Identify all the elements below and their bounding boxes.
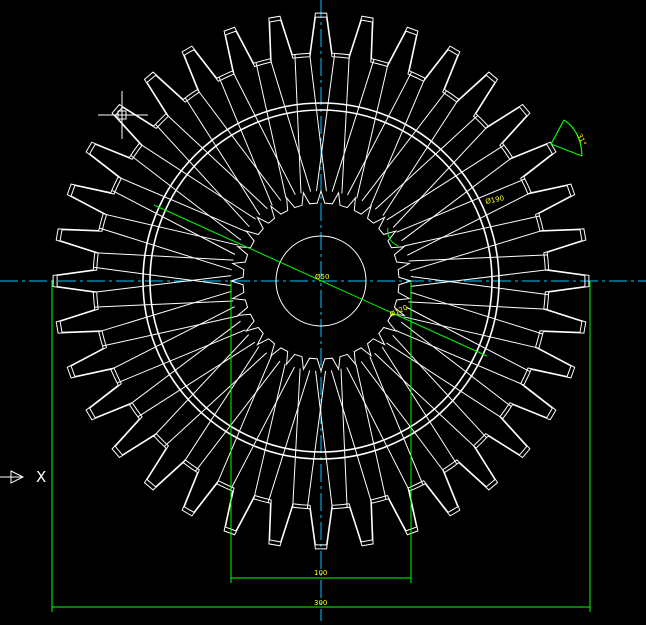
radial-blade-line [294, 54, 302, 194]
radial-blade-line [267, 370, 311, 503]
radial-blade-line [117, 176, 247, 232]
radial-blade-line [406, 307, 531, 373]
radial-blade-line [309, 53, 327, 192]
radial-blade-line [370, 77, 426, 207]
angle-dim-leg-1 [550, 119, 565, 145]
overall-width-text: 300 [314, 599, 327, 607]
radial-blade-line [347, 71, 413, 196]
radial-blade-line [410, 276, 549, 296]
tooth-angle-text: 31° [575, 132, 588, 147]
radial-blade-line [341, 54, 350, 194]
radial-blade-line [94, 300, 234, 308]
radial-blade-line [356, 62, 389, 199]
radial-blade-line [410, 291, 543, 335]
radial-blade-line [403, 316, 540, 349]
radial-blade-line [93, 266, 232, 286]
radial-blade-line [229, 366, 295, 491]
ucs-x-arrow-icon [0, 470, 25, 484]
ring-diameter-text: Ø190 [485, 194, 505, 206]
radial-blade-line [269, 58, 312, 192]
radial-blade-line [98, 290, 232, 333]
angle-dim-leg-2 [550, 143, 583, 157]
radial-blade-line [395, 330, 525, 386]
radial-blade-line [330, 370, 373, 504]
radial-blade-line [216, 355, 272, 485]
radial-blade-line [316, 53, 336, 192]
ucs-axis-label: X [36, 468, 47, 486]
bore-diameter-text: Ø50 [315, 273, 329, 281]
radial-blade-line [340, 368, 348, 508]
radial-blade-line [410, 229, 544, 272]
crosshair-cursor-icon [98, 91, 148, 139]
radial-blade-line [410, 269, 549, 287]
radial-blade-line [306, 370, 326, 509]
radial-blade-line [99, 227, 232, 271]
radial-blade-line [93, 275, 232, 293]
radial-blade-line [253, 363, 286, 500]
cad-drawing-canvas[interactable]: Ø50 Ø190 Ø120 100 300 31° X [0, 0, 646, 621]
radial-blade-line [111, 189, 236, 255]
radial-blade-line [292, 368, 301, 508]
radial-blade-line [408, 254, 548, 262]
radial-blade-line [331, 59, 375, 192]
small-width-text: 100 [314, 569, 327, 577]
radial-blade-line [102, 213, 239, 246]
radial-blade-line [408, 301, 548, 310]
radial-blade-line [315, 370, 333, 509]
radial-blade-line [94, 252, 234, 261]
inner-gear-diameter-text: Ø120 [388, 304, 408, 319]
drawing-viewport[interactable]: Ø50 Ø190 Ø120 100 300 31° [0, 0, 646, 621]
